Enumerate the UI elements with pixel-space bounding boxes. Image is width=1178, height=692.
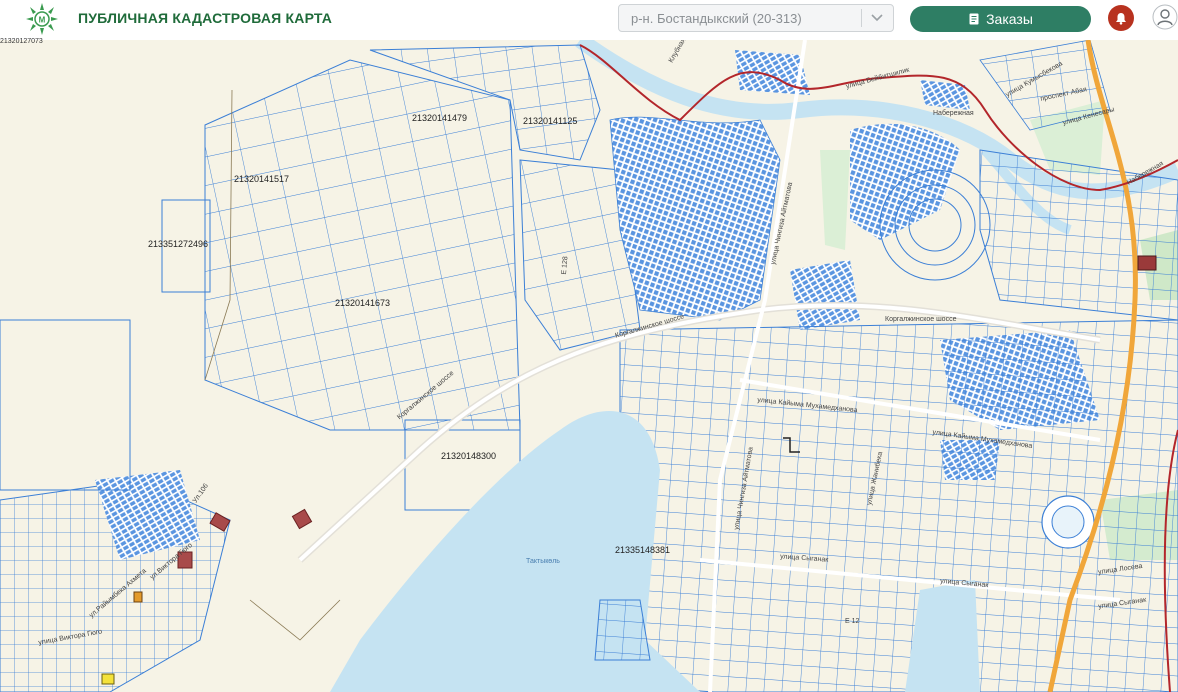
parcel-label: 21320141125 xyxy=(523,116,578,126)
street-label: Набережная xyxy=(933,110,974,117)
highlighted-parcel[interactable] xyxy=(133,591,143,603)
parcel-label: 21320141517 xyxy=(234,174,290,184)
parcel-label: 213351272496 xyxy=(148,239,209,249)
parcel-label: 21335148381 xyxy=(615,545,671,555)
district-select-value: р-н. Бостандыкский (20-313) xyxy=(631,11,802,26)
app-title: ПУБЛИЧНАЯ КАДАСТРОВАЯ КАРТА xyxy=(78,10,333,26)
document-icon xyxy=(969,13,979,25)
chevron-down-icon[interactable] xyxy=(869,11,885,25)
user-icon[interactable] xyxy=(1152,4,1178,32)
corner-parcel-number: 21320127073 xyxy=(0,38,43,45)
emblem-logo-icon: M xyxy=(26,3,58,35)
parcel-district-west xyxy=(204,59,521,431)
stadium-field xyxy=(1051,505,1085,539)
dense-housing xyxy=(609,116,781,321)
svg-text:M: M xyxy=(39,16,46,25)
notifications-button[interactable] xyxy=(1108,5,1134,31)
district-select[interactable]: р-н. Бостандыкский (20-313) xyxy=(618,4,894,32)
map-canvas[interactable] xyxy=(0,40,1178,692)
select-divider xyxy=(861,9,862,27)
lakeside-parcels xyxy=(594,599,651,661)
app-header: M ПУБЛИЧНАЯ КАДАСТРОВАЯ КАРТА р-н. Боста… xyxy=(0,0,1178,40)
street-label: Коргалжинское шоссе xyxy=(885,316,957,323)
bell-icon xyxy=(1116,12,1126,25)
parcel-district-center xyxy=(619,319,1178,692)
cadastral-map[interactable]: 21320141479 21320141125 21320141517 2133… xyxy=(0,40,1178,692)
highlighted-parcel[interactable] xyxy=(101,673,115,685)
street-label: Е 12 xyxy=(845,618,860,625)
orders-button-label: Заказы xyxy=(986,11,1033,27)
park-area xyxy=(820,150,850,250)
parcel-label: 21320148300 xyxy=(441,451,497,461)
lake-name: Тактыкөль xyxy=(526,558,560,565)
dense-housing xyxy=(790,260,860,330)
parcel-label: 21320141479 xyxy=(412,113,468,123)
parcel-label: 21320141673 xyxy=(335,298,391,308)
orders-button[interactable]: Заказы xyxy=(910,6,1091,32)
highlighted-parcel[interactable] xyxy=(1137,255,1157,271)
